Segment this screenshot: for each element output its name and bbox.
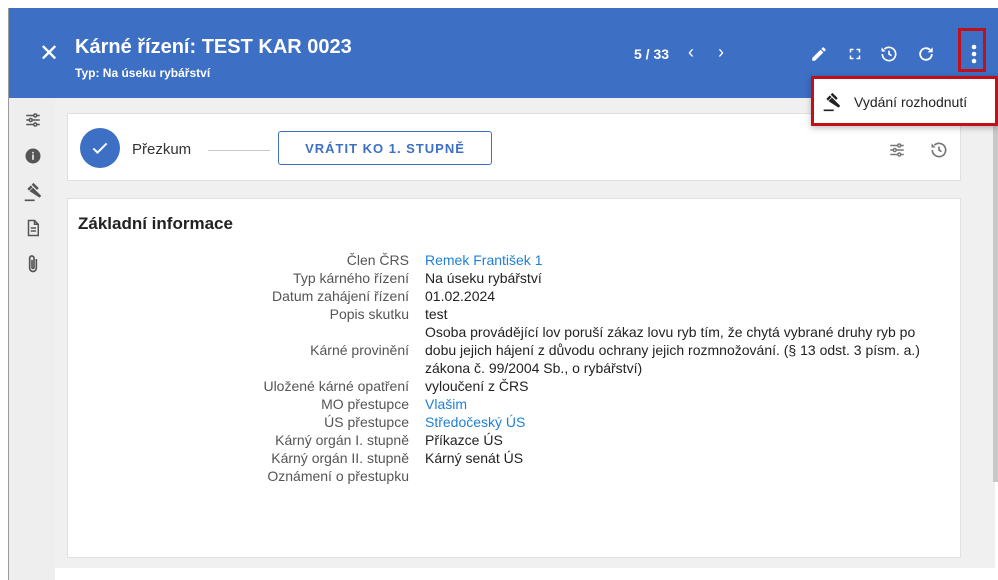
info-value-link[interactable]: Středočeský ÚS xyxy=(425,413,962,431)
info-row: Oznámení o přestupku xyxy=(68,467,962,485)
info-row: Kárný orgán I. stupně Příkazce ÚS xyxy=(68,431,962,449)
info-label: Člen ČRS xyxy=(346,252,409,268)
more-menu-highlight xyxy=(958,28,986,72)
gavel-icon xyxy=(822,92,854,112)
info-row: ÚS přestupce Středočeský ÚS xyxy=(68,413,962,431)
info-value: test xyxy=(425,306,448,322)
info-label: Kárné provinění xyxy=(310,342,409,358)
workflow-step-label: Přezkum xyxy=(132,141,192,158)
record-pager: 5 / 33 xyxy=(634,46,670,62)
sidebar xyxy=(9,98,55,580)
menu-item-issue-decision[interactable]: Vydání rozhodnutí xyxy=(822,91,998,113)
info-row: Kárné provinění Osoba provádějící lov por… xyxy=(68,323,962,377)
page-title: Kárné řízení: TEST KAR 0023 xyxy=(75,36,352,58)
info-label: Uložené kárné opatření xyxy=(263,378,409,394)
history-icon[interactable] xyxy=(877,42,901,66)
info-value: Příkazce ÚS xyxy=(425,432,503,448)
info-value: Kárný senát ÚS xyxy=(425,450,524,466)
info-row: Datum zahájení řízení 01.02.2024 xyxy=(68,287,962,305)
pencil-icon[interactable] xyxy=(807,42,831,66)
basic-info-card: Základní informace Člen ČRS Remek Františ… xyxy=(67,198,961,558)
more-menu: Vydání rozhodnutí xyxy=(811,76,998,126)
info-row: Popis skutku test xyxy=(68,305,962,323)
chevron-right-icon[interactable]: › xyxy=(718,42,724,63)
workflow-icon[interactable] xyxy=(23,110,43,130)
basic-info-table: Člen ČRS Remek František 1 Typ kárného říz… xyxy=(68,251,962,485)
refresh-icon[interactable] xyxy=(914,42,938,66)
info-value-link[interactable]: Remek František 1 xyxy=(425,251,962,269)
chevron-left-icon[interactable]: ‹ xyxy=(688,42,694,63)
info-value: Osoba provádějící lov poruší zákaz lovu … xyxy=(425,324,920,376)
info-label: Popis skutku xyxy=(329,306,409,322)
info-value-link[interactable]: Vlašim xyxy=(425,395,962,413)
close-icon[interactable]: ✕ xyxy=(39,42,59,66)
return-to-first-instance-button[interactable]: VRÁTIT KO 1. STUPNĚ xyxy=(278,131,492,165)
info-label: ÚS přestupce xyxy=(324,414,409,430)
info-label: Datum zahájení řízení xyxy=(272,288,409,304)
section-title: Základní informace xyxy=(78,214,233,233)
info-label: Oznámení o přestupku xyxy=(267,468,409,484)
info-label: MO přestupce xyxy=(321,396,409,412)
info-value: 01.02.2024 xyxy=(425,288,496,304)
info-row: MO přestupce Vlašim xyxy=(68,395,962,413)
info-label: Kárný orgán II. stupně xyxy=(271,450,409,466)
step-connector xyxy=(208,150,270,151)
info-value: vyloučení z ČRS xyxy=(425,378,529,394)
document-icon[interactable] xyxy=(23,218,43,238)
info-icon[interactable] xyxy=(23,146,43,166)
attachment-icon[interactable] xyxy=(23,254,43,274)
fullscreen-icon[interactable] xyxy=(843,42,867,66)
info-row: Kárný orgán II. stupně Kárný senát ÚS xyxy=(68,449,962,467)
info-value xyxy=(425,467,962,485)
scrollbar[interactable] xyxy=(993,98,998,482)
workflow-history-icon[interactable] xyxy=(928,140,950,160)
info-label: Kárný orgán I. stupně xyxy=(275,432,409,448)
info-row: Uložené kárné opatření vyloučení z ČRS xyxy=(68,377,962,395)
info-label: Typ kárného řízení xyxy=(293,270,409,286)
info-row: Člen ČRS Remek František 1 xyxy=(68,251,962,269)
info-row: Typ kárného řízení Na úseku rybářství xyxy=(68,269,962,287)
page-subtitle: Typ: Na úseku rybářství xyxy=(75,66,211,80)
gavel-icon[interactable] xyxy=(23,182,43,202)
check-icon xyxy=(80,128,120,168)
info-value: Na úseku rybářství xyxy=(425,270,542,286)
menu-item-label: Vydání rozhodnutí xyxy=(854,94,968,110)
workflow-settings-icon[interactable] xyxy=(886,140,908,160)
